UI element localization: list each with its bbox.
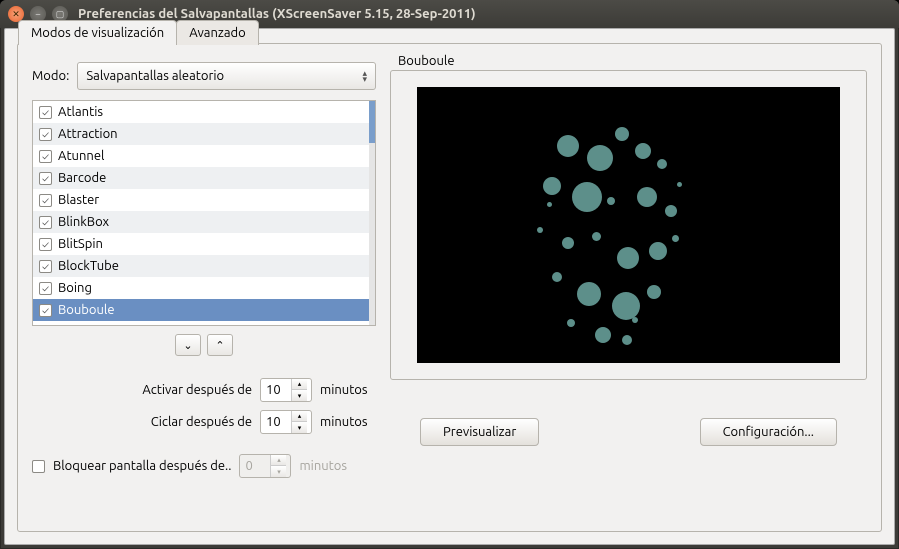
lock-after-input (240, 459, 270, 473)
list-item[interactable]: Bouboule (33, 299, 375, 321)
spinner-down-icon[interactable]: ▾ (291, 422, 307, 433)
list-item[interactable]: Boing (33, 277, 375, 299)
tab-advanced[interactable]: Avanzado (176, 20, 259, 45)
combo-arrows-icon: ▴▾ (362, 70, 367, 82)
saver-checkbox[interactable] (39, 194, 52, 207)
activate-after-label: Activar después de (32, 383, 252, 397)
list-scrollbar-thumb[interactable] (369, 101, 375, 143)
preview-title: Bouboule (390, 54, 867, 68)
preview-canvas (417, 87, 840, 363)
preview-button[interactable]: Previsualizar (420, 418, 539, 446)
list-item[interactable]: Atunnel (33, 145, 375, 167)
saver-list[interactable]: Atlantis Attraction Atunnel Barcode Blaster B… (32, 100, 376, 326)
saver-checkbox[interactable] (39, 304, 52, 317)
list-item[interactable]: Attraction (33, 123, 375, 145)
spinner-up-icon[interactable]: ▴ (291, 379, 307, 390)
mode-label: Modo: (32, 69, 69, 83)
chevron-down-icon: ⌄ (183, 339, 192, 352)
saver-name: BlinkBox (58, 215, 109, 229)
spinner-up-icon: ▴ (270, 455, 286, 466)
list-item[interactable]: Barcode (33, 167, 375, 189)
saver-checkbox[interactable] (39, 106, 52, 119)
saver-name: BlitSpin (58, 237, 103, 251)
activate-unit: minutos (320, 383, 376, 397)
lock-after-spinner: ▴▾ (239, 454, 291, 478)
settings-button[interactable]: Configuración... (700, 418, 837, 446)
preview-frame (390, 70, 867, 380)
list-item[interactable]: BlockTube (33, 255, 375, 277)
spinner-down-icon: ▾ (270, 466, 286, 477)
list-item[interactable]: Blaster (33, 189, 375, 211)
activate-after-input[interactable] (261, 383, 291, 397)
saver-checkbox[interactable] (39, 128, 52, 141)
saver-name: Barcode (58, 171, 106, 185)
saver-name: Boing (58, 281, 92, 295)
saver-checkbox[interactable] (39, 216, 52, 229)
saver-checkbox[interactable] (39, 282, 52, 295)
saver-name: BlockTube (58, 259, 119, 273)
saver-checkbox[interactable] (39, 172, 52, 185)
window-title: Preferencias del Salvapantallas (XScreen… (78, 7, 476, 21)
mode-combo[interactable]: Salvapantallas aleatorio ▴▾ (77, 62, 376, 90)
mode-value: Salvapantallas aleatorio (86, 69, 224, 83)
saver-checkbox[interactable] (39, 238, 52, 251)
lock-unit: minutos (299, 459, 347, 473)
cycle-after-input[interactable] (261, 415, 291, 429)
lock-label: Bloquear pantalla después de.. (53, 459, 231, 473)
spinner-up-icon[interactable]: ▴ (291, 411, 307, 422)
tab-display-modes[interactable]: Modos de visualización (18, 20, 177, 45)
saver-name: Atunnel (58, 149, 104, 163)
saver-name: Attraction (58, 127, 118, 141)
list-item[interactable]: BlitSpin (33, 233, 375, 255)
saver-name: Blaster (58, 193, 99, 207)
lock-checkbox[interactable] (32, 460, 45, 473)
cycle-after-spinner[interactable]: ▴▾ (260, 410, 312, 434)
activate-after-spinner[interactable]: ▴▾ (260, 378, 312, 402)
spinner-down-icon[interactable]: ▾ (291, 390, 307, 401)
list-scrollbar[interactable] (369, 101, 375, 325)
list-up-button[interactable]: ⌃ (207, 334, 233, 356)
saver-name: Atlantis (58, 105, 103, 119)
saver-checkbox[interactable] (39, 150, 52, 163)
saver-name: Bouboule (58, 303, 115, 317)
saver-checkbox[interactable] (39, 260, 52, 273)
cycle-unit: minutos (320, 415, 376, 429)
cycle-after-label: Ciclar después de (32, 415, 252, 429)
chevron-up-icon: ⌃ (215, 339, 224, 352)
list-item[interactable]: BlinkBox (33, 211, 375, 233)
list-down-button[interactable]: ⌄ (175, 334, 201, 356)
list-item[interactable]: Atlantis (33, 101, 375, 123)
